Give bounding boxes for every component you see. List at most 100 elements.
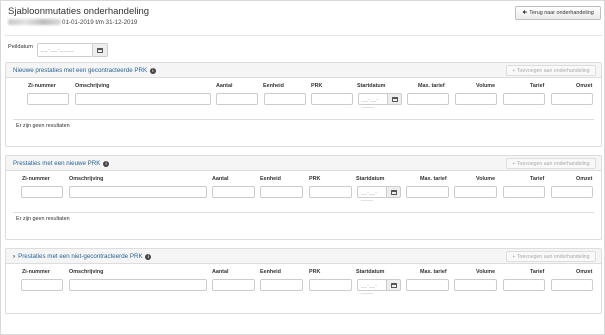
col-aantal[interactable]: Aantal — [212, 269, 228, 275]
col-eenheid[interactable]: Eenheid — [260, 269, 281, 275]
add-button-label: Toevoegen aan onderhandeling — [516, 67, 590, 74]
column-headers: Zi-nummer Omschrijving Aantal Eenheid PR… — [6, 78, 601, 92]
filter-tarief[interactable] — [503, 186, 545, 198]
filter-startdatum[interactable]: __-__-____ — [357, 279, 387, 295]
filter-tarief[interactable] — [503, 279, 545, 291]
col-prk[interactable]: PRK — [309, 269, 320, 275]
filter-aantal[interactable] — [216, 93, 258, 105]
filter-startdatum[interactable]: __-__-____ — [357, 186, 387, 202]
filter-omschrijving[interactable] — [69, 186, 207, 198]
col-zi-nummer[interactable]: Zi-nummer — [22, 269, 50, 275]
back-to-negotiation-button[interactable]: 🠈 Terug naar onderhandeling — [515, 6, 601, 20]
col-omzet[interactable]: Omzet — [576, 176, 592, 182]
panel-title-text: Prestaties met een nieuwe PRK — [13, 160, 101, 167]
panel-header: Prestaties met een nieuwe PRK i + Toevoe… — [6, 156, 601, 171]
filter-prk[interactable] — [311, 93, 353, 105]
panel-title[interactable]: Nieuwe prestaties met een gecontracteerd… — [13, 67, 156, 74]
col-zi-nummer[interactable]: Zi-nummer — [22, 176, 50, 182]
empty-results-text: Er zijn geen resultaten — [16, 123, 70, 129]
filter-aantal[interactable] — [212, 186, 255, 198]
col-startdatum[interactable]: Startdatum — [356, 176, 384, 182]
col-aantal[interactable]: Aantal — [212, 176, 228, 182]
col-omzet[interactable]: Omzet — [576, 83, 592, 89]
col-startdatum[interactable]: Startdatum — [356, 269, 384, 275]
col-max-tarief[interactable]: Max. tarief — [418, 83, 445, 89]
filter-volume[interactable] — [455, 93, 497, 105]
panel-title-text: Nieuwe prestaties met een gecontracteerd… — [13, 67, 148, 74]
col-tarief[interactable]: Tarief — [530, 83, 544, 89]
info-icon[interactable]: i — [103, 161, 110, 167]
col-prk[interactable]: PRK — [309, 176, 320, 182]
col-tarief[interactable]: Tarief — [530, 269, 544, 275]
col-eenheid[interactable]: Eenheid — [260, 176, 281, 182]
redacted-client-name — [8, 19, 61, 25]
filter-zi-nummer[interactable] — [21, 279, 63, 291]
col-omschrijving[interactable]: Omschrijving — [75, 83, 109, 89]
filter-startdatum[interactable]: __-__-____ — [358, 93, 388, 109]
calendar-icon — [97, 47, 103, 53]
add-to-negotiation-button[interactable]: + Toevoegen aan onderhandeling — [506, 251, 596, 262]
filter-prk[interactable] — [309, 279, 352, 291]
add-button-label: Toevoegen aan onderhandeling — [516, 253, 590, 260]
filter-omschrijving[interactable] — [69, 279, 207, 291]
peildatum-label: Peildatum — [8, 44, 33, 50]
row-divider — [13, 119, 594, 120]
filter-max-tarief[interactable] — [406, 186, 449, 198]
col-volume[interactable]: Volume — [476, 176, 495, 182]
col-max-tarief[interactable]: Max. tarief — [420, 176, 447, 182]
col-eenheid[interactable]: Eenheid — [263, 83, 284, 89]
empty-results-text: Er zijn geen resultaten — [16, 216, 70, 222]
filter-startdatum-calendar[interactable] — [387, 279, 401, 291]
row-divider — [13, 212, 594, 213]
filter-max-tarief[interactable] — [406, 279, 449, 291]
filter-omzet[interactable] — [551, 93, 593, 105]
filter-aantal[interactable] — [212, 279, 255, 291]
panel-non-contracted-prk: › Prestaties met een niet-gecontracteerde… — [5, 248, 602, 314]
filter-startdatum-calendar[interactable] — [387, 186, 401, 198]
add-button-label: Toevoegen aan onderhandeling — [516, 160, 590, 167]
col-omschrijving[interactable]: Omschrijving — [69, 269, 103, 275]
filter-volume[interactable] — [454, 186, 497, 198]
col-volume[interactable]: Volume — [476, 269, 495, 275]
page-frame: Sjabloonmutaties onderhandeling 01-01-20… — [0, 0, 605, 335]
filter-volume[interactable] — [454, 279, 497, 291]
filter-zi-nummer[interactable] — [21, 186, 63, 198]
panel-title[interactable]: Prestaties met een nieuwe PRK i — [13, 160, 110, 167]
peildatum-input[interactable]: __-__-____ — [37, 43, 93, 57]
add-to-negotiation-button[interactable]: + Toevoegen aan onderhandeling — [506, 65, 596, 76]
col-volume[interactable]: Volume — [476, 83, 495, 89]
col-tarief[interactable]: Tarief — [530, 176, 544, 182]
filter-tarief[interactable] — [503, 93, 545, 105]
info-icon[interactable]: i — [145, 254, 152, 260]
column-headers: Zi-nummer Omschrijving Aantal Eenheid PR… — [6, 171, 601, 185]
col-aantal[interactable]: Aantal — [216, 83, 232, 89]
filter-zi-nummer[interactable] — [27, 93, 69, 105]
filter-omzet[interactable] — [551, 279, 593, 291]
col-prk[interactable]: PRK — [311, 83, 322, 89]
col-startdatum[interactable]: Startdatum — [357, 83, 385, 89]
chevron-right-icon[interactable]: › — [13, 253, 15, 260]
filter-max-tarief[interactable] — [407, 93, 449, 105]
filter-omzet[interactable] — [551, 186, 593, 198]
panel-header: Nieuwe prestaties met een gecontracteerd… — [6, 63, 601, 78]
filter-prk[interactable] — [309, 186, 352, 198]
calendar-icon — [390, 282, 397, 288]
col-omzet[interactable]: Omzet — [576, 269, 592, 275]
calendar-icon — [390, 189, 397, 195]
peildatum-calendar-button[interactable] — [93, 43, 108, 57]
panel-new-prk: Prestaties met een nieuwe PRK i + Toevoe… — [5, 155, 602, 240]
col-omschrijving[interactable]: Omschrijving — [69, 176, 103, 182]
panel-contracted-prk: Nieuwe prestaties met een gecontracteerd… — [5, 62, 602, 147]
period-text: 01-01-2019 t/m 31-12-2019 — [62, 19, 138, 26]
panel-title[interactable]: › Prestaties met een niet-gecontracteerde… — [13, 253, 152, 260]
filter-eenheid[interactable] — [260, 279, 303, 291]
add-to-negotiation-button[interactable]: + Toevoegen aan onderhandeling — [506, 158, 596, 169]
filter-omschrijving[interactable] — [75, 93, 211, 105]
filter-eenheid[interactable] — [264, 93, 306, 105]
col-zi-nummer[interactable]: Zi-nummer — [28, 83, 56, 89]
panel-header: › Prestaties met een niet-gecontracteerde… — [6, 249, 601, 264]
info-icon[interactable]: i — [149, 68, 156, 74]
col-max-tarief[interactable]: Max. tarief — [420, 269, 447, 275]
filter-eenheid[interactable] — [260, 186, 303, 198]
filter-startdatum-calendar[interactable] — [388, 93, 402, 105]
